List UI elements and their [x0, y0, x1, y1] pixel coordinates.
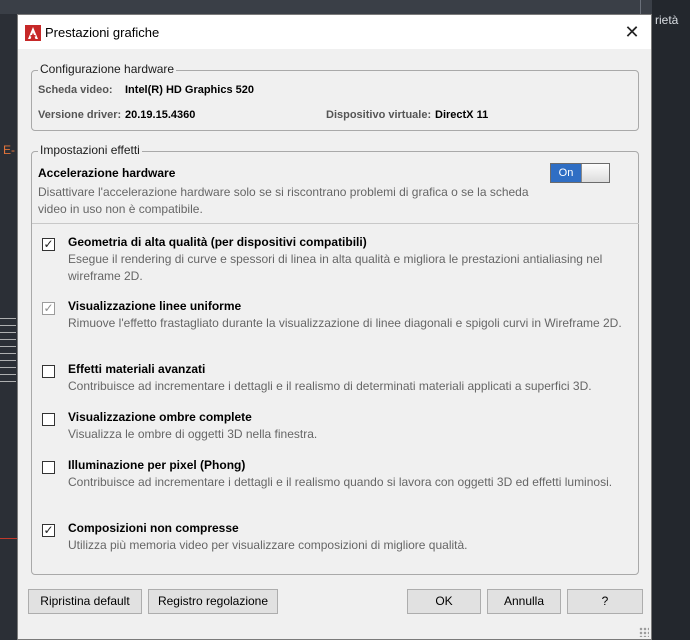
- per-pixel-lighting-title: Illuminazione per pixel (Phong): [68, 458, 246, 472]
- high-quality-geometry-desc: Esegue il rendering di curve e spessori …: [68, 252, 603, 283]
- cad-properties-strip: [652, 0, 690, 640]
- hardware-config-legend: Configurazione hardware: [38, 62, 177, 76]
- autocad-logo-icon: [25, 25, 41, 41]
- ok-button[interactable]: OK: [407, 589, 481, 614]
- uncompressed-textures-checkbox[interactable]: ✓: [42, 524, 55, 537]
- video-card-value: Intel(R) HD Graphics 520: [125, 84, 254, 96]
- effects-settings-group: Impostazioni effetti Accelerazione hardw…: [31, 143, 639, 575]
- high-quality-geometry-checkbox[interactable]: ✓: [42, 238, 55, 251]
- smooth-line-display-title: Visualizzazione linee uniforme: [68, 299, 242, 313]
- toggle-knob: [581, 164, 609, 182]
- hardware-acceleration-title: Accelerazione hardware: [38, 166, 176, 180]
- close-button[interactable]: ✕: [621, 21, 643, 43]
- drawing-red-line: [0, 538, 18, 539]
- toolbar-divider: [640, 0, 641, 14]
- properties-label: rietà: [655, 13, 679, 27]
- per-pixel-lighting-desc: Contribuisce ad incrementare i dettagli …: [68, 475, 613, 489]
- reset-defaults-button[interactable]: Ripristina default: [28, 589, 142, 614]
- virtual-device-label: Dispositivo virtuale:: [326, 109, 432, 121]
- drawing-lines: [0, 318, 16, 388]
- hardware-acceleration-toggle[interactable]: On: [550, 163, 610, 183]
- cancel-button[interactable]: Annulla: [487, 589, 561, 614]
- full-shadow-display-checkbox[interactable]: [42, 413, 55, 426]
- drawing-edge-label: E-: [3, 143, 15, 157]
- full-shadow-display-title: Visualizzazione ombre complete: [68, 410, 252, 424]
- toggle-on-label: On: [551, 164, 581, 182]
- effects-separator: [32, 223, 639, 224]
- video-card-label: Scheda video:: [38, 84, 113, 96]
- driver-version-value: 20.19.15.4360: [125, 109, 196, 121]
- hardware-config-group: Configurazione hardware Scheda video: In…: [31, 62, 639, 131]
- uncompressed-textures-title: Composizioni non compresse: [68, 521, 239, 535]
- high-quality-geometry-title: Geometria di alta qualità (per dispositi…: [68, 235, 367, 249]
- virtual-device-value: DirectX 11: [435, 109, 489, 121]
- tuning-log-button[interactable]: Registro regolazione: [148, 589, 278, 614]
- per-pixel-lighting-checkbox[interactable]: [42, 461, 55, 474]
- resize-grip[interactable]: [639, 627, 649, 637]
- advanced-material-effects-desc: Contribuisce ad incrementare i dettagli …: [68, 379, 592, 393]
- full-shadow-display-desc: Visualizza le ombre di oggetti 3D nella …: [68, 427, 318, 441]
- smooth-line-display-desc: Rimuove l'effetto frastagliato durante l…: [68, 316, 622, 330]
- dialog-title: Prestazioni grafiche: [45, 25, 160, 40]
- advanced-material-effects-title: Effetti materiali avanzati: [68, 362, 206, 376]
- smooth-line-display-checkbox[interactable]: ✓: [42, 302, 55, 315]
- graphics-performance-dialog: Prestazioni grafiche ✕ Configurazione ha…: [17, 14, 652, 640]
- driver-version-label: Versione driver:: [38, 109, 122, 121]
- dialog-titlebar[interactable]: Prestazioni grafiche ✕: [18, 15, 651, 49]
- cad-top-toolbar: [0, 0, 690, 14]
- effects-settings-legend: Impostazioni effetti: [38, 143, 142, 157]
- hardware-acceleration-desc: Disattivare l'accelerazione hardware sol…: [38, 185, 529, 216]
- advanced-material-effects-checkbox[interactable]: [42, 365, 55, 378]
- uncompressed-textures-desc: Utilizza più memoria video per visualizz…: [68, 538, 468, 552]
- help-button[interactable]: ?: [567, 589, 643, 614]
